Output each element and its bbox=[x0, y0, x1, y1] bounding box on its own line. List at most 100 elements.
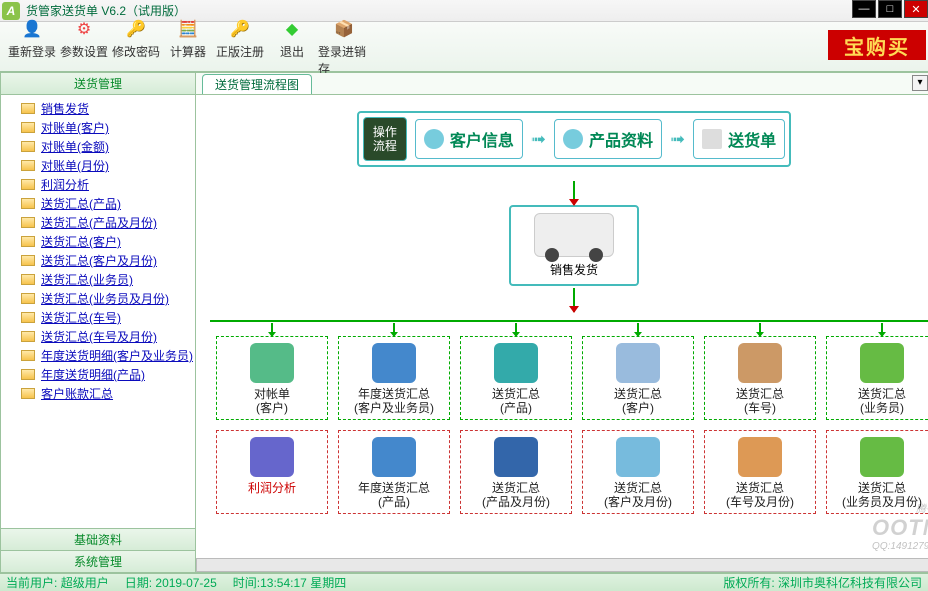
report-cell[interactable]: 对帐单(客户) bbox=[216, 336, 328, 420]
folder-icon bbox=[21, 122, 35, 133]
report-cell[interactable]: 送货汇总(业务员) bbox=[826, 336, 928, 420]
report-cell[interactable]: 利润分析 bbox=[216, 430, 328, 514]
toolbar-参数设置[interactable]: ⚙参数设置 bbox=[58, 17, 110, 77]
flow-node-product[interactable]: 产品资料 bbox=[554, 119, 662, 159]
sidebar-item[interactable]: 送货汇总(车号及月份) bbox=[3, 327, 193, 346]
connector-line bbox=[637, 323, 639, 337]
sidebar-section-system[interactable]: 系统管理 bbox=[1, 550, 195, 572]
sidebar-item[interactable]: 年度送货明细(客户及业务员) bbox=[3, 346, 193, 365]
sidebar-item[interactable]: 对账单(月份) bbox=[3, 156, 193, 175]
report-cell[interactable]: 送货汇总(产品及月份) bbox=[460, 430, 572, 514]
sidebar-item[interactable]: 客户账款汇总 bbox=[3, 384, 193, 403]
customer-icon bbox=[424, 129, 444, 149]
report-cell[interactable]: 年度送货汇总(客户及业务员) bbox=[338, 336, 450, 420]
folder-icon bbox=[21, 103, 35, 114]
toolbar-icon: ◆ bbox=[280, 17, 304, 41]
sidebar-section-basic[interactable]: 基础资料 bbox=[1, 528, 195, 550]
sidebar-item-label: 对账单(月份) bbox=[41, 157, 109, 174]
sidebar-item[interactable]: 对账单(金额) bbox=[3, 137, 193, 156]
delivery-icon bbox=[702, 129, 722, 149]
toolbar-icon: 🧮 bbox=[176, 17, 200, 41]
toolbar-label: 重新登录 bbox=[8, 43, 56, 60]
sidebar-item-label: 送货汇总(业务员及月份) bbox=[41, 290, 169, 307]
sidebar-item[interactable]: 送货汇总(客户及月份) bbox=[3, 251, 193, 270]
sidebar-item-label: 送货汇总(产品) bbox=[41, 195, 121, 212]
report-cell[interactable]: 年度送货汇总(产品) bbox=[338, 430, 450, 514]
maximize-button[interactable]: □ bbox=[878, 0, 902, 18]
report-cell[interactable]: 送货汇总(产品) bbox=[460, 336, 572, 420]
report-cell[interactable]: 送货汇总(车号及月份) bbox=[704, 430, 816, 514]
sidebar-item[interactable]: 送货汇总(产品及月份) bbox=[3, 213, 193, 232]
report-icon bbox=[860, 343, 904, 383]
sidebar-item-label: 客户账款汇总 bbox=[41, 385, 113, 402]
toolbar-计算器[interactable]: 🧮 计算器 bbox=[162, 17, 214, 77]
close-button[interactable]: ✕ bbox=[904, 0, 928, 18]
report-cell[interactable]: 送货汇总(客户) bbox=[582, 336, 694, 420]
body: 送货管理 销售发货对账单(客户)对账单(金额)对账单(月份)利润分析送货汇总(产… bbox=[0, 72, 928, 573]
toolbar-icon: 🔑 bbox=[228, 17, 252, 41]
connector-line bbox=[881, 323, 883, 337]
report-label: 送货汇总(业务员及月份) bbox=[829, 481, 928, 509]
folder-icon bbox=[21, 255, 35, 266]
toolbar-重新登录[interactable]: 👤 重新登录 bbox=[6, 17, 58, 77]
horizontal-scrollbar[interactable] bbox=[196, 558, 928, 572]
main-panel: 送货管理流程图 ▾ ✕ 操作 流程 客户信息 ➟ 产品资料 ➟ 送货单 销售发货 bbox=[196, 72, 928, 573]
toolbar-icon: 👤 bbox=[20, 17, 44, 41]
flow-row: 操作 流程 客户信息 ➟ 产品资料 ➟ 送货单 bbox=[357, 111, 791, 167]
toolbar-label: 登录进销存 bbox=[318, 43, 370, 77]
report-label: 送货汇总(产品及月份) bbox=[463, 481, 569, 509]
sidebar-item[interactable]: 送货汇总(产品) bbox=[3, 194, 193, 213]
sidebar-item[interactable]: 对账单(客户) bbox=[3, 118, 193, 137]
sidebar-item-label: 年度送货明细(客户及业务员) bbox=[41, 347, 193, 364]
sidebar-item[interactable]: 利润分析 bbox=[3, 175, 193, 194]
report-icon bbox=[494, 343, 538, 383]
sidebar-item[interactable]: 送货汇总(车号) bbox=[3, 308, 193, 327]
toolbar-icon: 🔑 bbox=[124, 17, 148, 41]
toolbar-label: 参数设置 bbox=[60, 43, 108, 60]
sidebar-item[interactable]: 送货汇总(业务员及月份) bbox=[3, 289, 193, 308]
toolbar-登录进销存[interactable]: 📦登录进销存 bbox=[318, 17, 370, 77]
sidebar-item[interactable]: 年度送货明细(产品) bbox=[3, 365, 193, 384]
toolbar-退出[interactable]: ◆ 退出 bbox=[266, 17, 318, 77]
minimize-button[interactable]: — bbox=[852, 0, 876, 18]
connector-line bbox=[271, 323, 273, 337]
report-label: 年度送货汇总(客户及业务员) bbox=[341, 387, 447, 415]
report-cell[interactable]: 送货汇总(客户及月份) bbox=[582, 430, 694, 514]
flow-node-customer[interactable]: 客户信息 bbox=[415, 119, 523, 159]
buy-banner[interactable]: 宝购买 bbox=[828, 30, 926, 60]
toolbar-正版注册[interactable]: 🔑正版注册 bbox=[214, 17, 266, 77]
report-icon bbox=[494, 437, 538, 477]
sidebar-item-label: 送货汇总(车号) bbox=[41, 309, 121, 326]
sidebar-item[interactable]: 送货汇总(客户) bbox=[3, 232, 193, 251]
flow-node-sale[interactable]: 销售发货 bbox=[509, 205, 639, 286]
product-icon bbox=[563, 129, 583, 149]
folder-icon bbox=[21, 312, 35, 323]
report-icon bbox=[738, 343, 782, 383]
sidebar: 送货管理 销售发货对账单(客户)对账单(金额)对账单(月份)利润分析送货汇总(产… bbox=[0, 72, 196, 573]
report-label: 送货汇总(车号) bbox=[707, 387, 813, 415]
connector-line bbox=[573, 288, 575, 312]
toolbar-label: 计算器 bbox=[170, 43, 206, 60]
sidebar-tree: 销售发货对账单(客户)对账单(金额)对账单(月份)利润分析送货汇总(产品)送货汇… bbox=[1, 95, 195, 528]
tab-dropdown-button[interactable]: ▾ bbox=[912, 75, 928, 91]
report-icon bbox=[616, 343, 660, 383]
sidebar-item-label: 对账单(金额) bbox=[41, 138, 109, 155]
flow-node-sale-label: 销售发货 bbox=[523, 261, 625, 278]
sidebar-item[interactable]: 销售发货 bbox=[3, 99, 193, 118]
tab-flowchart[interactable]: 送货管理流程图 bbox=[202, 74, 312, 94]
report-label: 送货汇总(产品) bbox=[463, 387, 569, 415]
folder-icon bbox=[21, 217, 35, 228]
toolbar-label: 退出 bbox=[280, 43, 304, 60]
folder-icon bbox=[21, 369, 35, 380]
toolbar-修改密码[interactable]: 🔑修改密码 bbox=[110, 17, 162, 77]
tabrow: 送货管理流程图 ▾ ✕ bbox=[196, 73, 928, 95]
connector-line bbox=[573, 181, 575, 205]
sidebar-item[interactable]: 送货汇总(业务员) bbox=[3, 270, 193, 289]
report-cell[interactable]: 送货汇总(业务员及月份) bbox=[826, 430, 928, 514]
report-label: 送货汇总(客户及月份) bbox=[585, 481, 691, 509]
sidebar-item-label: 送货汇总(客户及月份) bbox=[41, 252, 157, 269]
flow-node-delivery[interactable]: 送货单 bbox=[693, 119, 785, 159]
folder-icon bbox=[21, 388, 35, 399]
report-cell[interactable]: 送货汇总(车号) bbox=[704, 336, 816, 420]
report-label: 年度送货汇总(产品) bbox=[341, 481, 447, 509]
